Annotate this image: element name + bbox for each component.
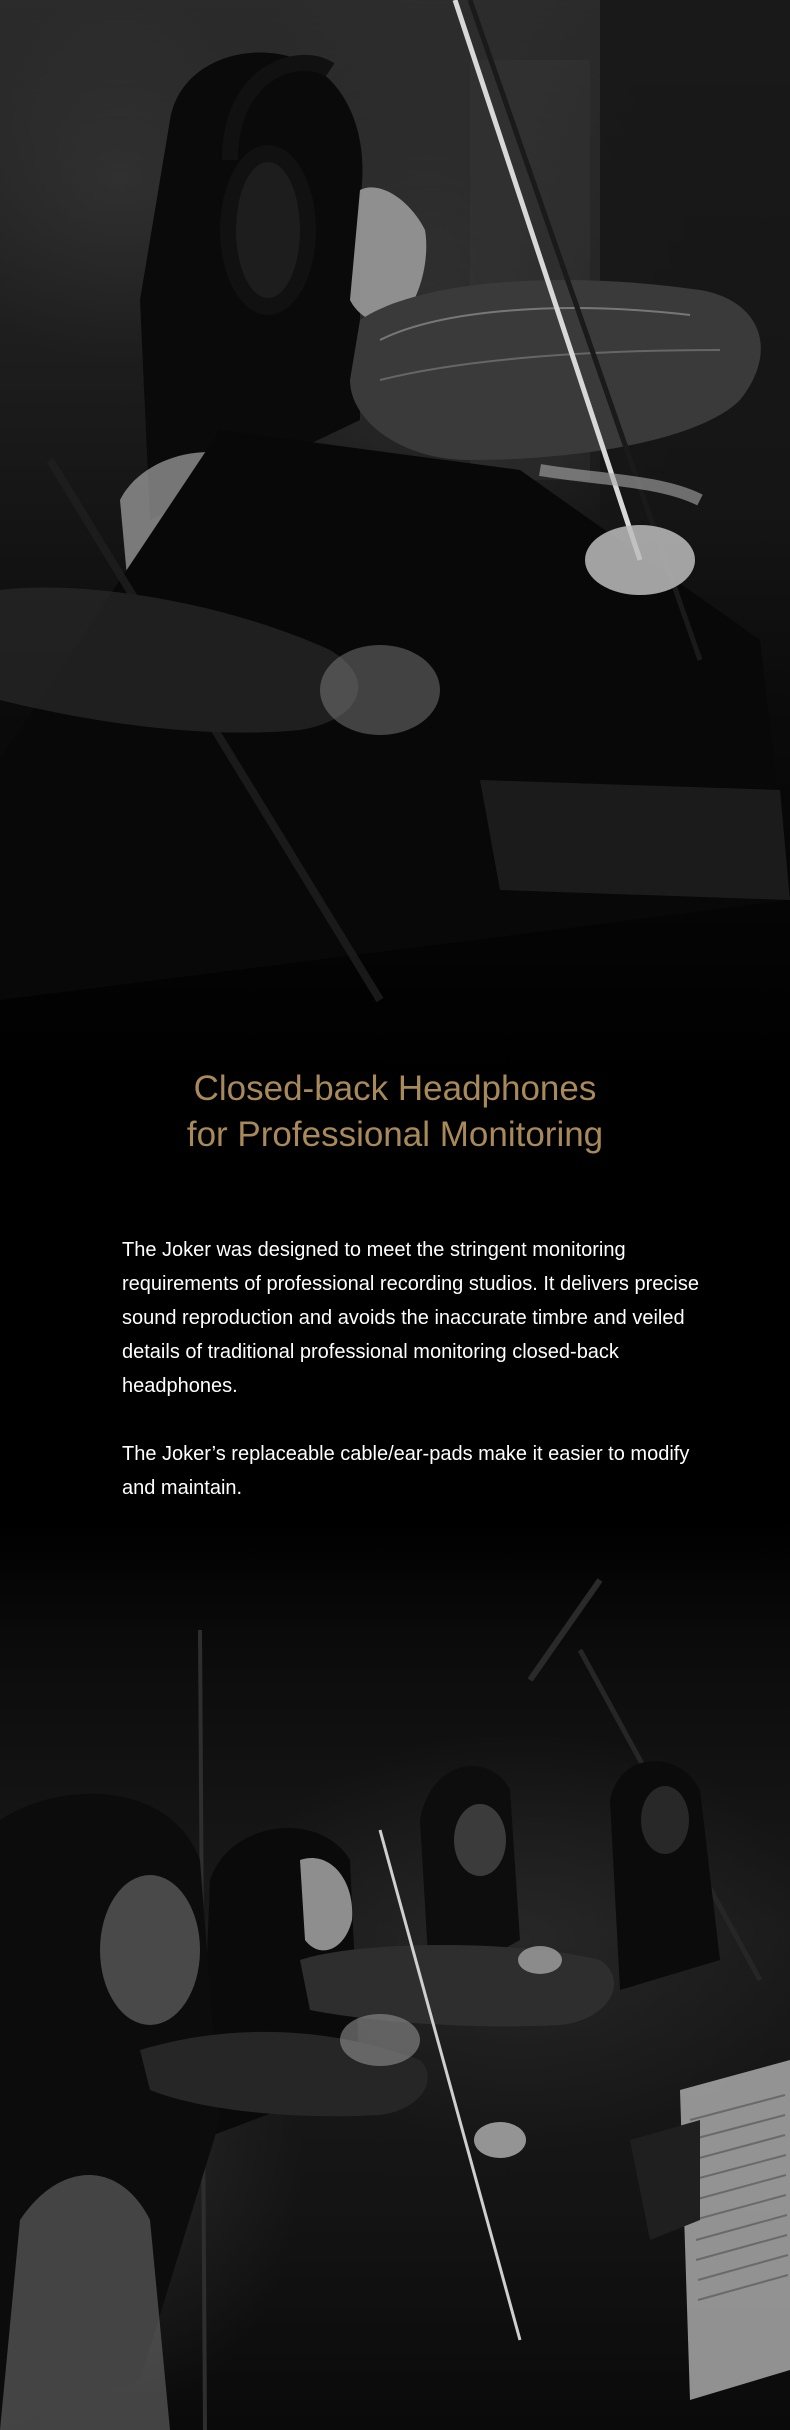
section-title-line-1: Closed-back Headphones <box>193 1069 597 1108</box>
section-title-line-2: for Professional Monitoring <box>186 1115 604 1154</box>
violinist-headphones-photo <box>0 0 790 1080</box>
string-ensemble-photo <box>0 1520 790 2430</box>
description-paragraph-1: The Joker was designed to meet the strin… <box>122 1239 699 1397</box>
product-description: The Joker was designed to meet the strin… <box>122 1233 702 1539</box>
product-feature-page: Closed-back Headphones for Professional … <box>0 0 790 2430</box>
description-paragraph-2: The Joker’s replaceable cable/ear-pads m… <box>122 1443 690 1499</box>
section-title: Closed-back Headphones for Professional … <box>0 1066 790 1158</box>
